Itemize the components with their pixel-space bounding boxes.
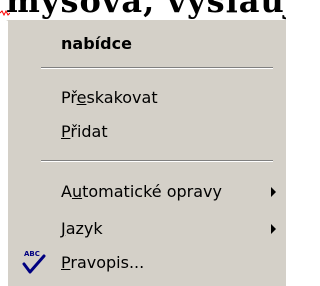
menu-item-label: Přidat (61, 122, 108, 141)
menu-item-ignore[interactable]: Přeskakovat (8, 83, 286, 113)
menu-item-add[interactable]: Přidat (8, 117, 286, 147)
spellcheck-abc-icon: ABC (20, 250, 48, 276)
menu-separator (41, 67, 273, 69)
document-text: myšová, výsláujem (6, 0, 286, 20)
menu-item-label: nabídce (61, 34, 132, 53)
document-text-fragment: myšová, výsláujem (0, 0, 286, 20)
menu-item-suggestion[interactable]: nabídce (8, 29, 286, 59)
menu-separator (41, 160, 273, 162)
context-menu: nabídce Přeskakovat Přidat Automatické o… (6, 20, 286, 286)
menu-item-autocorrect[interactable]: Automatické opravy (8, 177, 286, 207)
menu-item-spelling[interactable]: ABC Pravopis... (8, 248, 286, 278)
menu-item-label: Pravopis... (61, 253, 145, 272)
menu-item-label: Automatické opravy (61, 182, 222, 201)
menu-item-label: Přeskakovat (61, 88, 158, 107)
menu-item-label: Jazyk (61, 219, 103, 238)
submenu-arrow-icon (271, 187, 276, 197)
submenu-arrow-icon (271, 224, 276, 234)
menu-item-language[interactable]: Jazyk (8, 214, 286, 244)
